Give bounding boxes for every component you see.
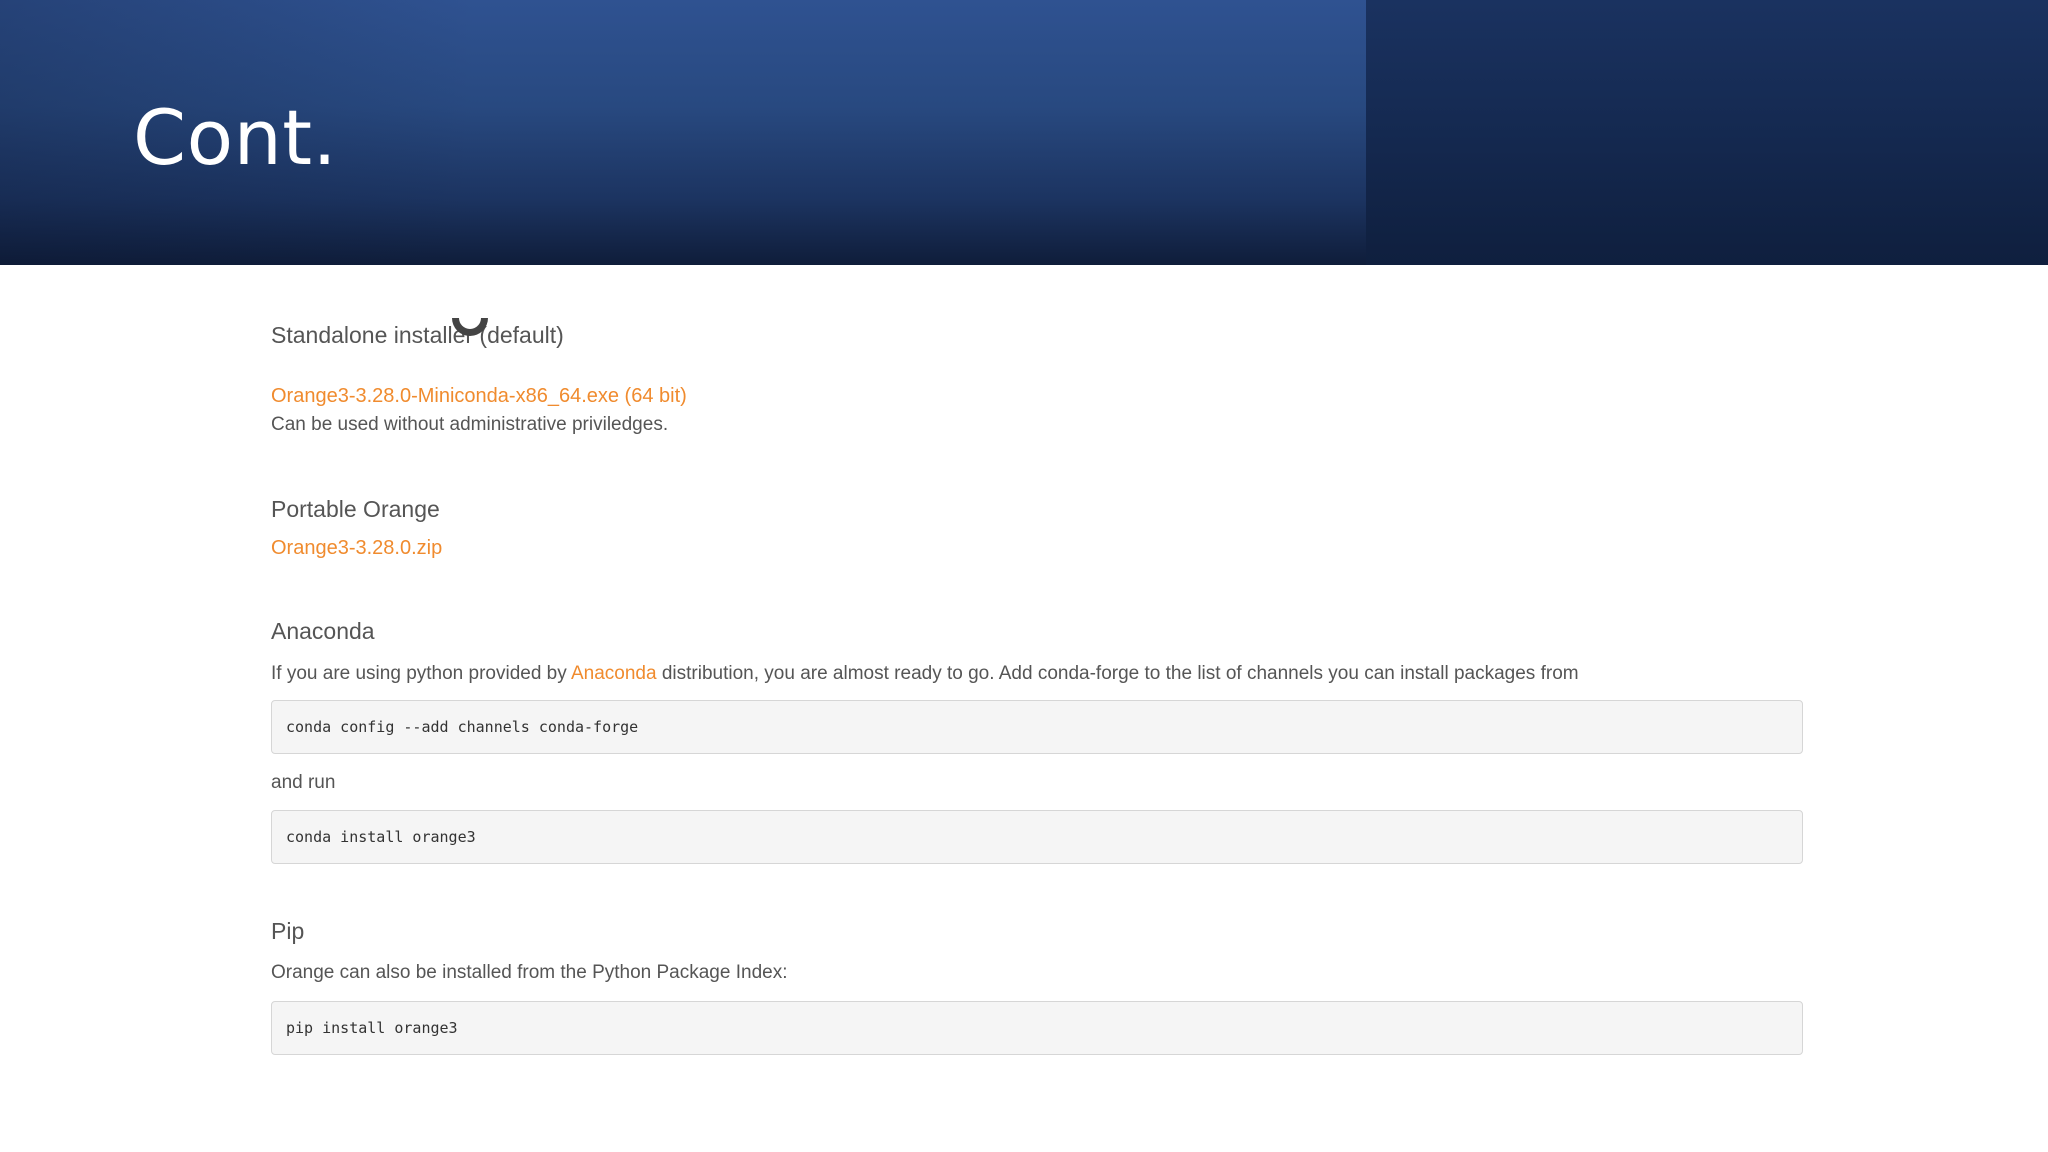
anaconda-link[interactable]: Anaconda <box>571 663 657 684</box>
portable-heading: Portable Orange <box>271 496 440 522</box>
portable-download-link[interactable]: Orange3-3.28.0.zip <box>271 534 442 562</box>
spinner-ring <box>452 318 488 336</box>
and-run-text: and run <box>271 772 336 793</box>
standalone-section: Standalone installer (default) <box>271 320 564 350</box>
slide: Cont. Standalone installer (default) Ora… <box>0 0 2048 1152</box>
code-block-pip-install[interactable]: pip install orange3 <box>271 1001 1803 1055</box>
anaconda-text-after: distribution, you are almost ready to go… <box>656 663 1579 684</box>
code-block-conda-config[interactable]: conda config --add channels conda-forge <box>271 700 1803 754</box>
loading-spinner-icon <box>452 318 492 358</box>
pip-description: Orange can also be installed from the Py… <box>271 962 788 983</box>
header-right-panel <box>1366 0 2048 265</box>
code-block-conda-install[interactable]: conda install orange3 <box>271 810 1803 864</box>
standalone-download-link[interactable]: Orange3-3.28.0-Miniconda-x86_64.exe (64 … <box>271 382 687 410</box>
standalone-heading: Standalone installer (default) <box>271 322 564 348</box>
anaconda-heading: Anaconda <box>271 618 375 644</box>
standalone-note: Can be used without administrative privi… <box>271 414 669 435</box>
slide-header: Cont. <box>0 0 2048 265</box>
slide-title: Cont. <box>133 93 338 182</box>
anaconda-text-before: If you are using python provided by <box>271 663 571 684</box>
anaconda-description: If you are using python provided by Anac… <box>271 660 1579 688</box>
pip-heading: Pip <box>271 918 305 944</box>
